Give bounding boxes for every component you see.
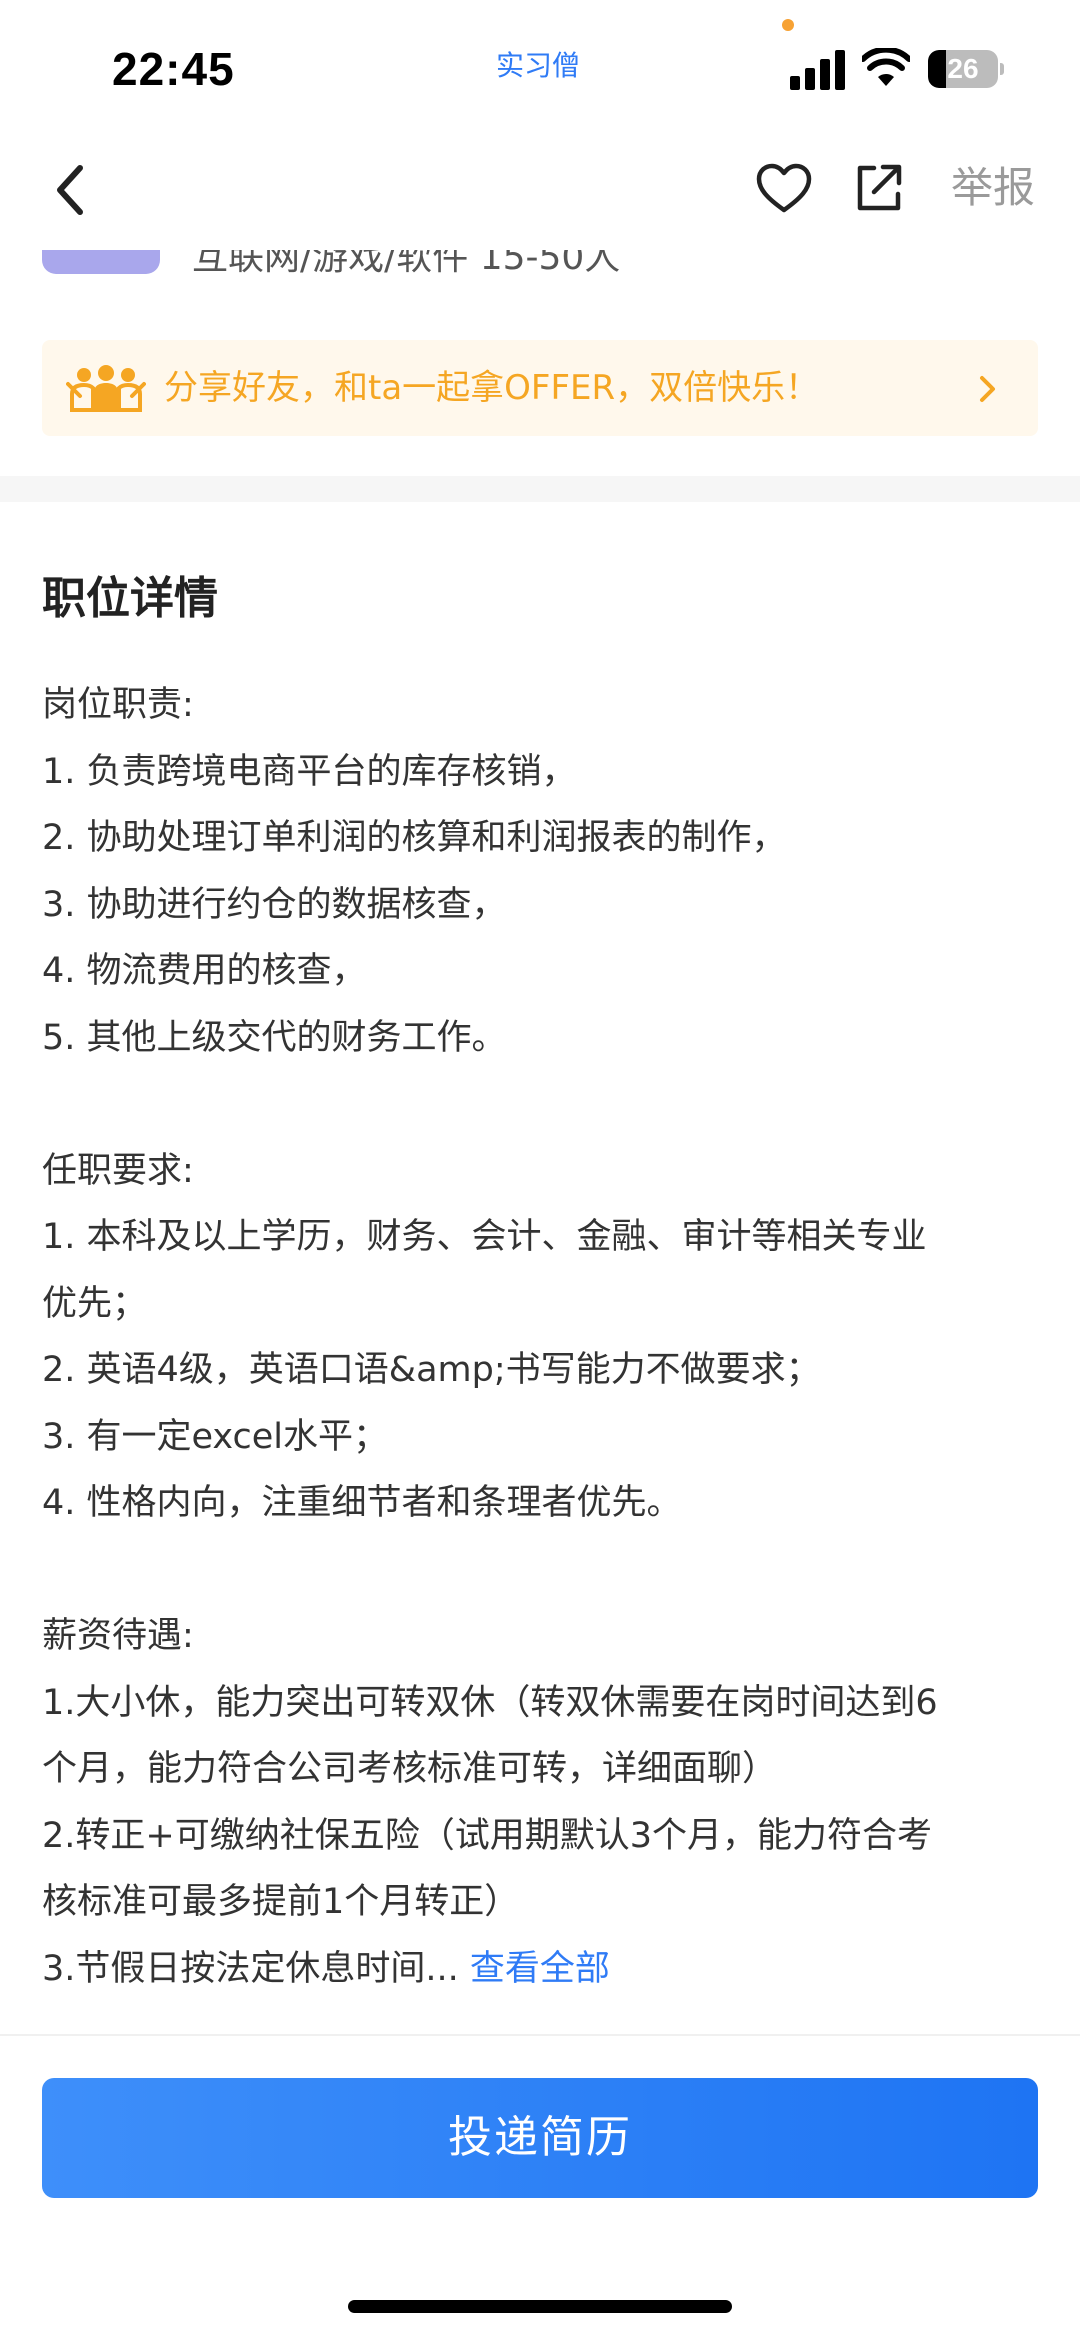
list-item: 核标准可最多提前1个月转正） — [42, 1882, 520, 1922]
battery-level: 26 — [947, 53, 979, 84]
share-banner-text: 分享好友，和ta一起拿OFFER，双倍快乐！ — [164, 368, 820, 408]
list-item: 优先； — [42, 1283, 148, 1324]
list-item: 2.转正+可缴纳社保五险（试用期默认3个月，能力符合考 — [42, 1815, 932, 1856]
heart-icon[interactable] — [755, 160, 813, 218]
list-item: 3. 协助进行约仓的数据核查， — [42, 884, 507, 925]
responsibilities-heading: 岗位职责: — [42, 685, 194, 725]
apply-resume-button[interactable]: 投递简历 — [42, 2078, 1038, 2198]
share-icon[interactable] — [852, 160, 906, 216]
company-info: 互联网/游戏/软件 15-50人 — [192, 250, 621, 278]
nav-bar: 举报 — [0, 130, 1080, 250]
people-icon — [66, 365, 146, 412]
status-carrier: 实习僧 — [496, 49, 581, 82]
benefits-heading: 薪资待遇: — [42, 1616, 194, 1656]
section-divider — [0, 476, 1080, 502]
share-banner[interactable]: 分享好友，和ta一起拿OFFER，双倍快乐！ — [42, 340, 1038, 436]
chevron-right-icon — [980, 376, 995, 402]
wifi-icon — [862, 48, 910, 86]
list-item: 4. 性格内向，注重细节者和条理者优先。 — [42, 1483, 682, 1523]
requirements-heading: 任职要求: — [42, 1150, 194, 1191]
list-item: 5. 其他上级交代的财务工作。 — [42, 1017, 507, 1058]
list-item: 4. 物流费用的核查， — [42, 951, 367, 991]
chevron-left-icon[interactable] — [46, 160, 96, 220]
list-item: 1. 本科及以上学历，财务、会计、金融、审计等相关专业 — [42, 1217, 927, 1257]
job-description: 岗位职责: 1. 负责跨境电商平台的库存核销， 2. 协助处理订单利润的核算和利… — [42, 672, 1042, 2002]
truncated-row: 3.节假日按法定休息时间... 查看全部 — [42, 1936, 1042, 2003]
view-all-link[interactable]: 查看全部 — [470, 1949, 610, 1989]
bottom-divider — [0, 2034, 1080, 2036]
section-title: 职位详情 — [42, 573, 218, 624]
battery-icon: 26 — [928, 50, 1004, 88]
status-bar: 22:45 实习僧 26 — [0, 0, 1080, 130]
list-item: 3. 有一定excel水平； — [42, 1416, 389, 1457]
home-indicator — [348, 2300, 732, 2313]
cellular-signal-icon — [790, 50, 845, 90]
list-item: 1.大小休，能力突出可转双休（转双休需要在岗时间达到6 — [42, 1682, 938, 1723]
list-item: 个月，能力符合公司考核标准可转，详细面聊） — [42, 1749, 778, 1789]
status-time: 22:45 — [112, 43, 235, 95]
list-item: 1. 负责跨境电商平台的库存核销， — [42, 751, 577, 792]
report-button[interactable]: 举报 — [951, 160, 1035, 216]
privacy-indicator-dot — [782, 19, 794, 31]
list-item: 2. 英语4级，英语口语&amp;书写能力不做要求； — [42, 1350, 821, 1390]
company-logo — [42, 250, 160, 274]
truncated-text: 3.节假日按法定休息时间... — [42, 1948, 459, 1989]
list-item: 2. 协助处理订单利润的核算和利润报表的制作， — [42, 818, 787, 858]
company-row: 互联网/游戏/软件 15-50人 — [0, 250, 1080, 280]
